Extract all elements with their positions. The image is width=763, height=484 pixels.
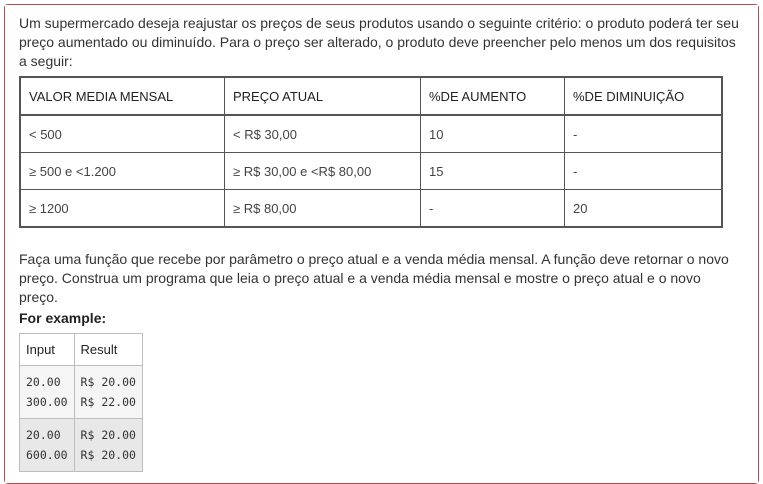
table-cell: 15 [420,152,565,190]
question-content: Um supermercado deseja reajustar os preç… [5,5,758,483]
criteria-header-diminuicao: %DE DIMINUIÇÃO [564,76,723,116]
table-row: < 500 < R$ 30,00 10 - [19,114,723,153]
table-row: 20.00 600.00 R$ 20.00 R$ 20.00 [19,418,143,472]
criteria-table: VALOR MEDIA MENSAL PREÇO ATUAL %DE AUMEN… [19,76,723,228]
task-text: Faça uma função que recebe por parâmetro… [19,251,729,305]
intro-text: Um supermercado deseja reajustar os preç… [19,15,739,69]
examples-table: Input Result 20.00 300.00 R$ 20.00 R$ 22… [19,333,143,472]
table-cell: ≥ 500 e <1.200 [19,152,225,190]
criteria-header-row: VALOR MEDIA MENSAL PREÇO ATUAL %DE AUMEN… [19,76,723,116]
example-result-cell: R$ 20.00 R$ 22.00 [73,365,143,419]
table-cell: ≥ R$ 30,00 e <R$ 80,00 [224,152,421,190]
table-cell: - [564,152,723,190]
example-heading: For example: [19,310,107,326]
table-cell: - [420,189,565,228]
example-result-cell: R$ 20.00 R$ 20.00 [73,418,143,472]
table-cell: 20 [564,189,723,228]
table-cell: < 500 [19,114,225,153]
question-card: Um supermercado deseja reajustar os preç… [4,4,759,484]
criteria-header-valor: VALOR MEDIA MENSAL [19,76,225,116]
examples-header-result: Result [73,333,143,366]
table-cell: ≥ 1200 [19,189,225,228]
table-cell: < R$ 30,00 [224,114,421,153]
example-input-cell: 20.00 600.00 [19,418,75,472]
table-cell: - [564,114,723,153]
examples-header-input: Input [19,333,75,366]
criteria-header-preco: PREÇO ATUAL [224,76,421,116]
examples-header-row: Input Result [19,333,143,366]
table-cell: 10 [420,114,565,153]
table-row: ≥ 1200 ≥ R$ 80,00 - 20 [19,189,723,228]
table-row: 20.00 300.00 R$ 20.00 R$ 22.00 [19,365,143,419]
table-cell: ≥ R$ 80,00 [224,189,421,228]
criteria-header-aumento: %DE AUMENTO [420,76,565,116]
table-row: ≥ 500 e <1.200 ≥ R$ 30,00 e <R$ 80,00 15… [19,152,723,190]
example-input-cell: 20.00 300.00 [19,365,75,419]
